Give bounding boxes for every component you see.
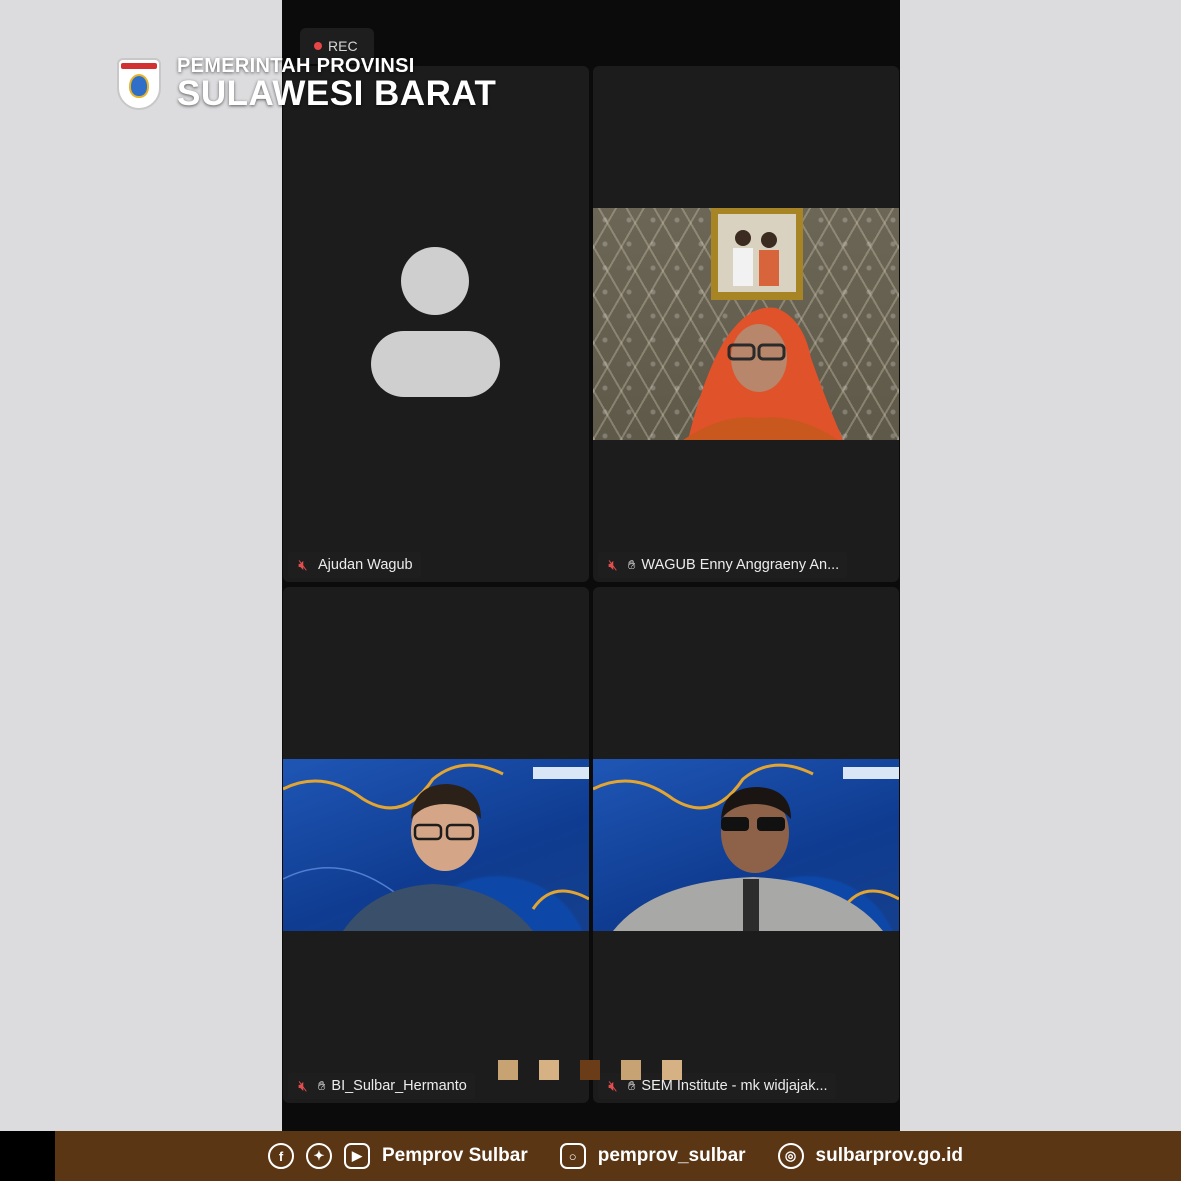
mic-muted-icon: 🔇︎ xyxy=(298,556,308,574)
participant-tile-sem-institute[interactable]: 🔇︎ ✋︎ SEM Institute - mk widjajak... xyxy=(593,587,899,1103)
facebook-icon[interactable]: f xyxy=(268,1143,294,1169)
participant-tile-ajudan-wagub[interactable]: 🔇︎ Ajudan Wagub xyxy=(283,66,589,582)
decorative-squares xyxy=(498,1060,682,1080)
raise-hand-icon: ✋︎ xyxy=(318,1078,326,1093)
mic-muted-icon: 🔇︎ xyxy=(298,1077,308,1095)
instagram-handle[interactable]: pemprov_sulbar xyxy=(598,1145,746,1167)
raise-hand-icon: ✋︎ xyxy=(628,557,636,572)
government-logo-header: PEMERINTAH PROVINSI SULAWESI BARAT xyxy=(117,56,496,111)
youtube-icon[interactable]: ▶ xyxy=(344,1143,370,1169)
participant-name-bar: 🔇︎ Ajudan Wagub xyxy=(288,552,421,578)
decor-square xyxy=(580,1060,600,1080)
instagram-icon[interactable]: ○ xyxy=(559,1143,586,1169)
org-name: SULAWESI BARAT xyxy=(177,74,497,113)
decor-square xyxy=(621,1060,641,1080)
mic-muted-icon: 🔇︎ xyxy=(608,1077,618,1095)
social-handle[interactable]: Pemprov Sulbar xyxy=(382,1145,528,1167)
rec-label: REC xyxy=(328,38,358,54)
participant-tile-bi-sulbar[interactable]: 🔇︎ ✋︎ BI_Sulbar_Hermanto xyxy=(283,587,589,1103)
website-link[interactable]: sulbarprov.go.id xyxy=(816,1145,963,1167)
decor-square xyxy=(662,1060,682,1080)
video-frame xyxy=(683,208,843,440)
participant-video xyxy=(593,759,899,931)
participant-name: SEM Institute - mk widjajak... xyxy=(641,1078,828,1094)
video-frame xyxy=(593,763,899,931)
web-icon[interactable]: ◎ xyxy=(777,1143,804,1169)
participant-video xyxy=(593,208,899,440)
participant-name-bar: 🔇︎ ✋︎ WAGUB Enny Anggraeny An... xyxy=(598,552,848,578)
participant-video xyxy=(283,759,589,931)
video-frame xyxy=(283,763,589,931)
social-footer: f ✦ ▶ Pemprov Sulbar ○ pemprov_sulbar ◎ … xyxy=(0,1131,1181,1181)
raise-hand-icon: ✋︎ xyxy=(628,1078,636,1093)
record-dot-icon xyxy=(314,42,322,50)
participant-name: BI_Sulbar_Hermanto xyxy=(331,1078,467,1094)
province-emblem-icon xyxy=(117,57,161,110)
mic-muted-icon: 🔇︎ xyxy=(608,556,618,574)
participant-tile-wagub[interactable]: 🔇︎ ✋︎ WAGUB Enny Anggraeny An... xyxy=(593,66,899,582)
org-line: PEMERINTAH PROVINSI xyxy=(177,55,415,77)
avatar-placeholder-icon xyxy=(371,247,500,397)
decor-square xyxy=(498,1060,518,1080)
decor-square xyxy=(539,1060,559,1080)
participant-name: Ajudan Wagub xyxy=(318,557,413,573)
twitter-icon[interactable]: ✦ xyxy=(306,1143,332,1169)
participant-name-bar: 🔇︎ ✋︎ BI_Sulbar_Hermanto xyxy=(288,1073,475,1099)
participant-name: WAGUB Enny Anggraeny An... xyxy=(641,557,840,573)
footer-black-block xyxy=(0,1131,55,1181)
